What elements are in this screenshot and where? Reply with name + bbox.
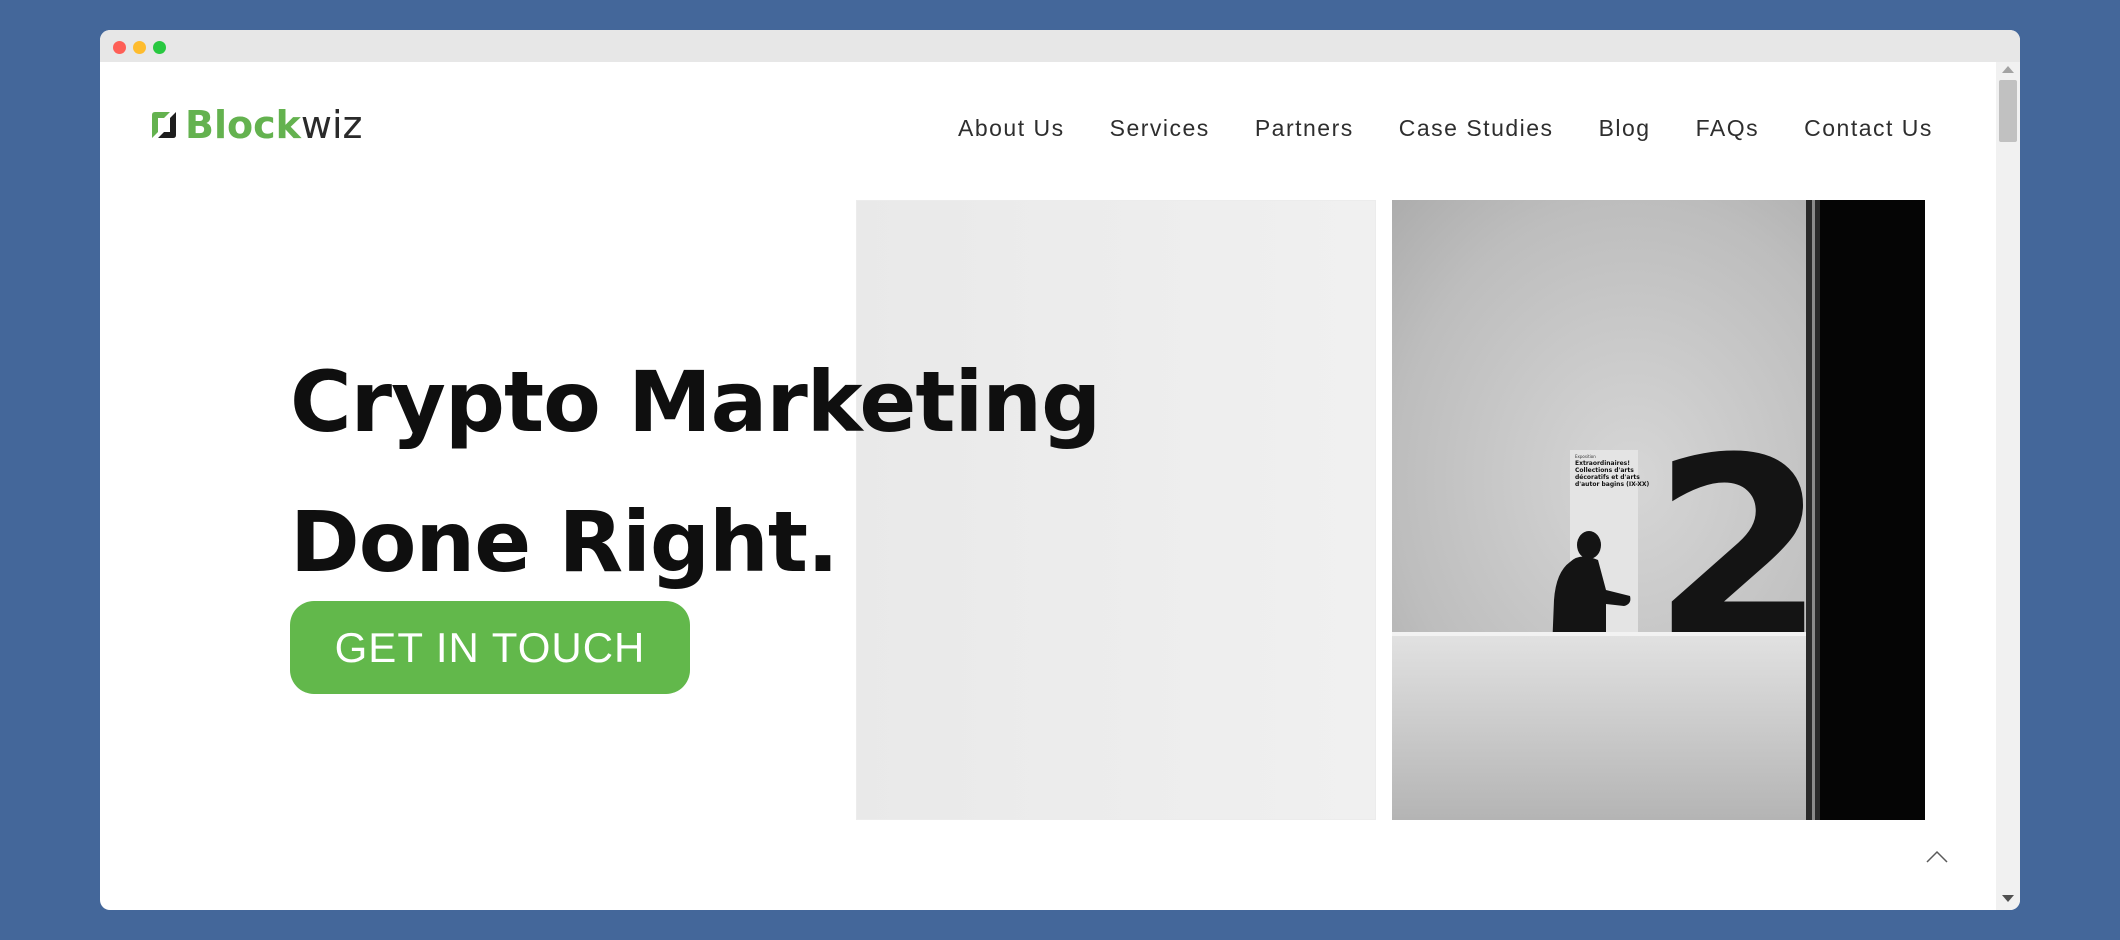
gallery-photo: Exposition Extraordinaires! Collections … xyxy=(1392,200,1925,820)
browser-window: Blockwiz About Us Services Partners Case… xyxy=(100,30,2020,910)
hero-heading: Crypto Marketing Done Right. xyxy=(290,332,1270,612)
maximize-window-button[interactable] xyxy=(153,41,166,54)
poster-line-2: Collections d'arts xyxy=(1575,467,1634,474)
nav-partners[interactable]: Partners xyxy=(1255,115,1354,142)
scroll-down-arrow-icon[interactable] xyxy=(2002,895,2014,902)
main-navigation: About Us Services Partners Case Studies … xyxy=(958,110,1933,146)
nav-about-us[interactable]: About Us xyxy=(958,115,1065,142)
nav-contact-us[interactable]: Contact Us xyxy=(1804,115,1933,142)
hero-heading-line-1: Crypto Marketing xyxy=(290,353,1101,451)
scrollbar-thumb[interactable] xyxy=(1999,80,2017,142)
poster-header: Exposition xyxy=(1575,454,1596,459)
scroll-up-arrow-icon[interactable] xyxy=(2002,66,2014,73)
nav-services[interactable]: Services xyxy=(1110,115,1210,142)
vertical-scrollbar[interactable] xyxy=(1996,62,2020,910)
blockwiz-logo-icon xyxy=(152,112,176,138)
nav-blog[interactable]: Blog xyxy=(1599,115,1651,142)
hero-image-right: Exposition Extraordinaires! Collections … xyxy=(1392,200,1925,820)
poster-line-1: Extraordinaires! xyxy=(1575,460,1630,467)
close-window-button[interactable] xyxy=(113,41,126,54)
minimize-window-button[interactable] xyxy=(133,41,146,54)
chevron-up-icon[interactable] xyxy=(1924,846,1950,866)
hero-heading-line-2: Done Right. xyxy=(290,493,839,591)
window-titlebar xyxy=(100,30,2020,62)
logo-text-wiz: wiz xyxy=(300,103,363,147)
nav-case-studies[interactable]: Case Studies xyxy=(1399,115,1554,142)
get-in-touch-button[interactable]: GET IN TOUCH xyxy=(290,601,690,694)
nav-faqs[interactable]: FAQs xyxy=(1696,115,1760,142)
logo-text-block: Block xyxy=(185,103,301,147)
poster-line-4: d'autor bagins (IX-XX) xyxy=(1575,481,1649,488)
poster-line-3: décoratifs et d'arts xyxy=(1575,474,1640,481)
logo-wordmark: Blockwiz xyxy=(185,103,363,147)
site-logo[interactable]: Blockwiz xyxy=(148,103,363,147)
